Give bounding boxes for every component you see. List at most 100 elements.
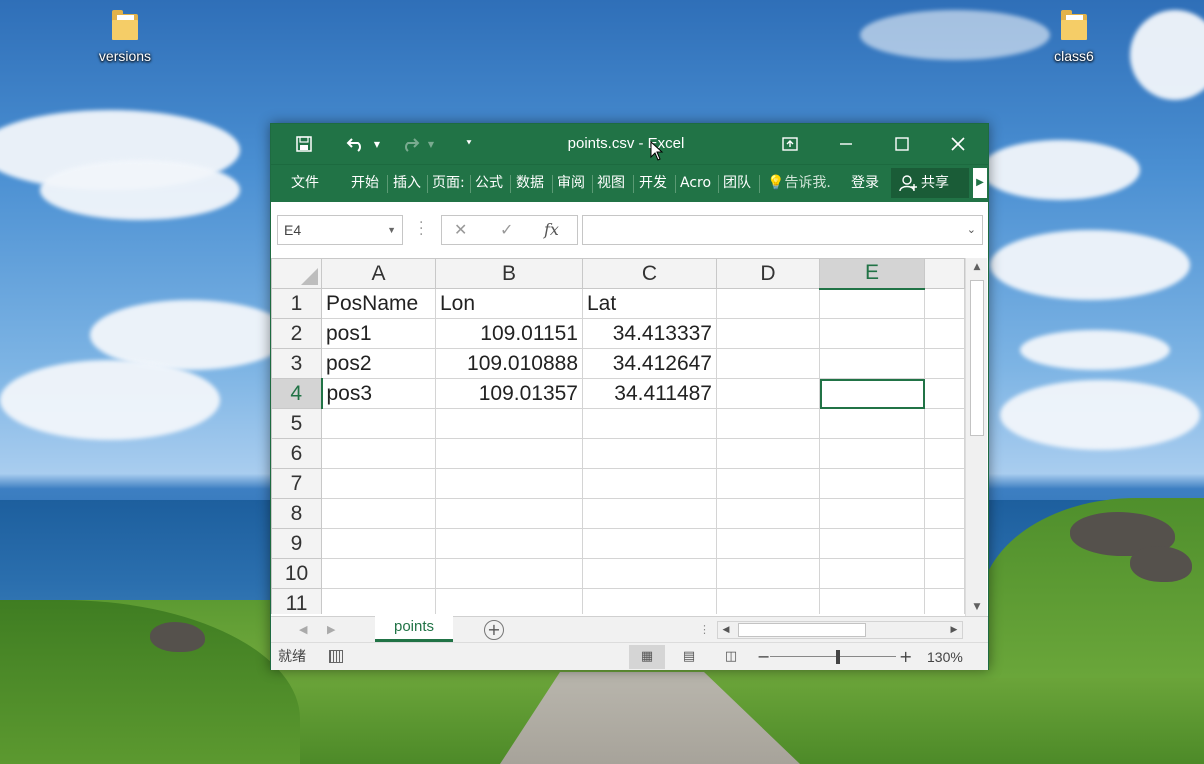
worksheet-grid[interactable]: A B C D E 1 PosName Lon Lat 2 pos1 109.0… (271, 258, 988, 614)
cell[interactable] (716, 588, 820, 614)
row-header[interactable]: 10 (271, 558, 322, 589)
cell-b2[interactable]: 109.01151 (435, 318, 583, 349)
tab-team[interactable]: 团队 (723, 165, 751, 201)
cell-c1[interactable]: Lat (582, 288, 717, 319)
column-header-c[interactable]: C (582, 258, 717, 289)
tab-review[interactable]: 审阅 (557, 165, 585, 201)
cell-f2[interactable] (924, 318, 965, 349)
maximize-icon[interactable] (887, 124, 917, 164)
undo-icon[interactable] (343, 124, 369, 164)
cell-f3[interactable] (924, 348, 965, 379)
cell[interactable] (435, 558, 583, 589)
scroll-down-icon[interactable]: ▼ (966, 598, 988, 616)
macro-recording-icon[interactable] (329, 650, 343, 663)
tab-data[interactable]: 数据 (516, 165, 544, 201)
column-header-d[interactable]: D (716, 258, 820, 289)
scroll-up-icon[interactable]: ▲ (966, 258, 988, 276)
cell-b3[interactable]: 109.010888 (435, 348, 583, 379)
row-header[interactable]: 9 (271, 528, 322, 559)
zoom-slider-thumb[interactable] (836, 650, 840, 664)
cell[interactable] (582, 588, 717, 614)
tab-insert[interactable]: 插入 (393, 165, 421, 201)
cell-d3[interactable] (716, 348, 820, 379)
cell[interactable] (321, 468, 436, 499)
cell-c2[interactable]: 34.413337 (582, 318, 717, 349)
cell[interactable] (819, 528, 925, 559)
cell[interactable] (819, 558, 925, 589)
cell[interactable] (716, 408, 820, 439)
customize-icon[interactable]: ⯆ (461, 124, 477, 164)
page-layout-view-icon[interactable]: ▤ (671, 645, 707, 669)
name-box[interactable]: E4 ▼ (277, 215, 403, 245)
cell[interactable] (321, 498, 436, 529)
sheet-tab-points[interactable]: points (375, 616, 453, 642)
sign-in-link[interactable]: 登录 (851, 165, 879, 201)
tab-developer[interactable]: 开发 (639, 165, 667, 201)
insert-function-icon[interactable]: fx (544, 216, 559, 244)
cell[interactable] (435, 588, 583, 614)
cell[interactable] (582, 528, 717, 559)
row-header[interactable]: 6 (271, 438, 322, 469)
cell[interactable] (435, 438, 583, 469)
zoom-in-button[interactable]: + (899, 643, 912, 671)
cell[interactable] (716, 498, 820, 529)
column-header-a[interactable]: A (321, 258, 436, 289)
tab-formulas[interactable]: 公式 (475, 165, 503, 201)
cell[interactable] (819, 498, 925, 529)
cell[interactable] (582, 558, 717, 589)
cell[interactable] (321, 528, 436, 559)
cell[interactable] (716, 438, 820, 469)
row-header[interactable]: 2 (271, 318, 322, 349)
tab-file[interactable]: 文件 (291, 165, 319, 201)
scroll-thumb[interactable] (970, 280, 984, 436)
tab-view[interactable]: 视图 (597, 165, 625, 201)
column-header-e[interactable]: E (819, 258, 925, 290)
cell-d2[interactable] (716, 318, 820, 349)
minimize-icon[interactable] (831, 124, 861, 164)
tab-home[interactable]: 开始 (351, 165, 379, 201)
zoom-out-button[interactable]: − (757, 643, 770, 671)
column-header-f[interactable] (924, 258, 965, 289)
row-header[interactable]: 11 (271, 588, 322, 614)
cell[interactable] (435, 498, 583, 529)
cell[interactable] (321, 408, 436, 439)
row-header[interactable]: 3 (271, 348, 322, 379)
row-header[interactable]: 1 (271, 288, 322, 319)
cell[interactable] (435, 408, 583, 439)
cell-a2[interactable]: pos1 (321, 318, 436, 349)
cell[interactable] (924, 408, 965, 439)
cell[interactable] (819, 588, 925, 614)
page-break-view-icon[interactable]: ◫ (713, 645, 749, 669)
scroll-right-icon[interactable]: ▶ (946, 622, 962, 638)
chevron-right-icon[interactable]: ▶ (327, 617, 335, 643)
zoom-slider[interactable] (770, 656, 896, 657)
cell[interactable] (716, 528, 820, 559)
cell-d4[interactable] (716, 378, 820, 409)
cell-table[interactable]: A B C D E 1 PosName Lon Lat 2 pos1 109.0… (271, 258, 965, 614)
undo-dropdown-icon[interactable]: ▼ (371, 124, 383, 164)
cell-c4[interactable]: 34.411487 (582, 378, 717, 409)
row-header[interactable]: 5 (271, 408, 322, 439)
cell-d1[interactable] (716, 288, 820, 319)
desktop-icon-class6[interactable]: class6 (1034, 10, 1114, 64)
horizontal-scrollbar[interactable]: ◀ ▶ (717, 621, 963, 639)
cell-e3[interactable] (819, 348, 925, 379)
resize-handle-icon[interactable]: · · · (419, 216, 423, 242)
row-header[interactable]: 8 (271, 498, 322, 529)
scroll-left-icon[interactable]: ◀ (718, 622, 734, 638)
ribbon-scroll-right-icon[interactable]: ▶ (973, 168, 987, 198)
row-header[interactable]: 4 (271, 378, 323, 409)
chevron-down-icon[interactable]: ▼ (387, 216, 396, 244)
cell[interactable] (321, 438, 436, 469)
cell[interactable] (321, 558, 436, 589)
cell-e1[interactable] (819, 288, 925, 319)
cell-c3[interactable]: 34.412647 (582, 348, 717, 379)
cell-a3[interactable]: pos2 (321, 348, 436, 379)
cell[interactable] (582, 468, 717, 499)
normal-view-icon[interactable]: ▦ (629, 645, 665, 669)
close-icon[interactable] (943, 124, 973, 164)
cell[interactable] (819, 438, 925, 469)
cell[interactable] (716, 558, 820, 589)
tab-acrobat[interactable]: Acro (680, 165, 716, 201)
tell-me-search[interactable]: 💡告诉我. (767, 165, 841, 201)
